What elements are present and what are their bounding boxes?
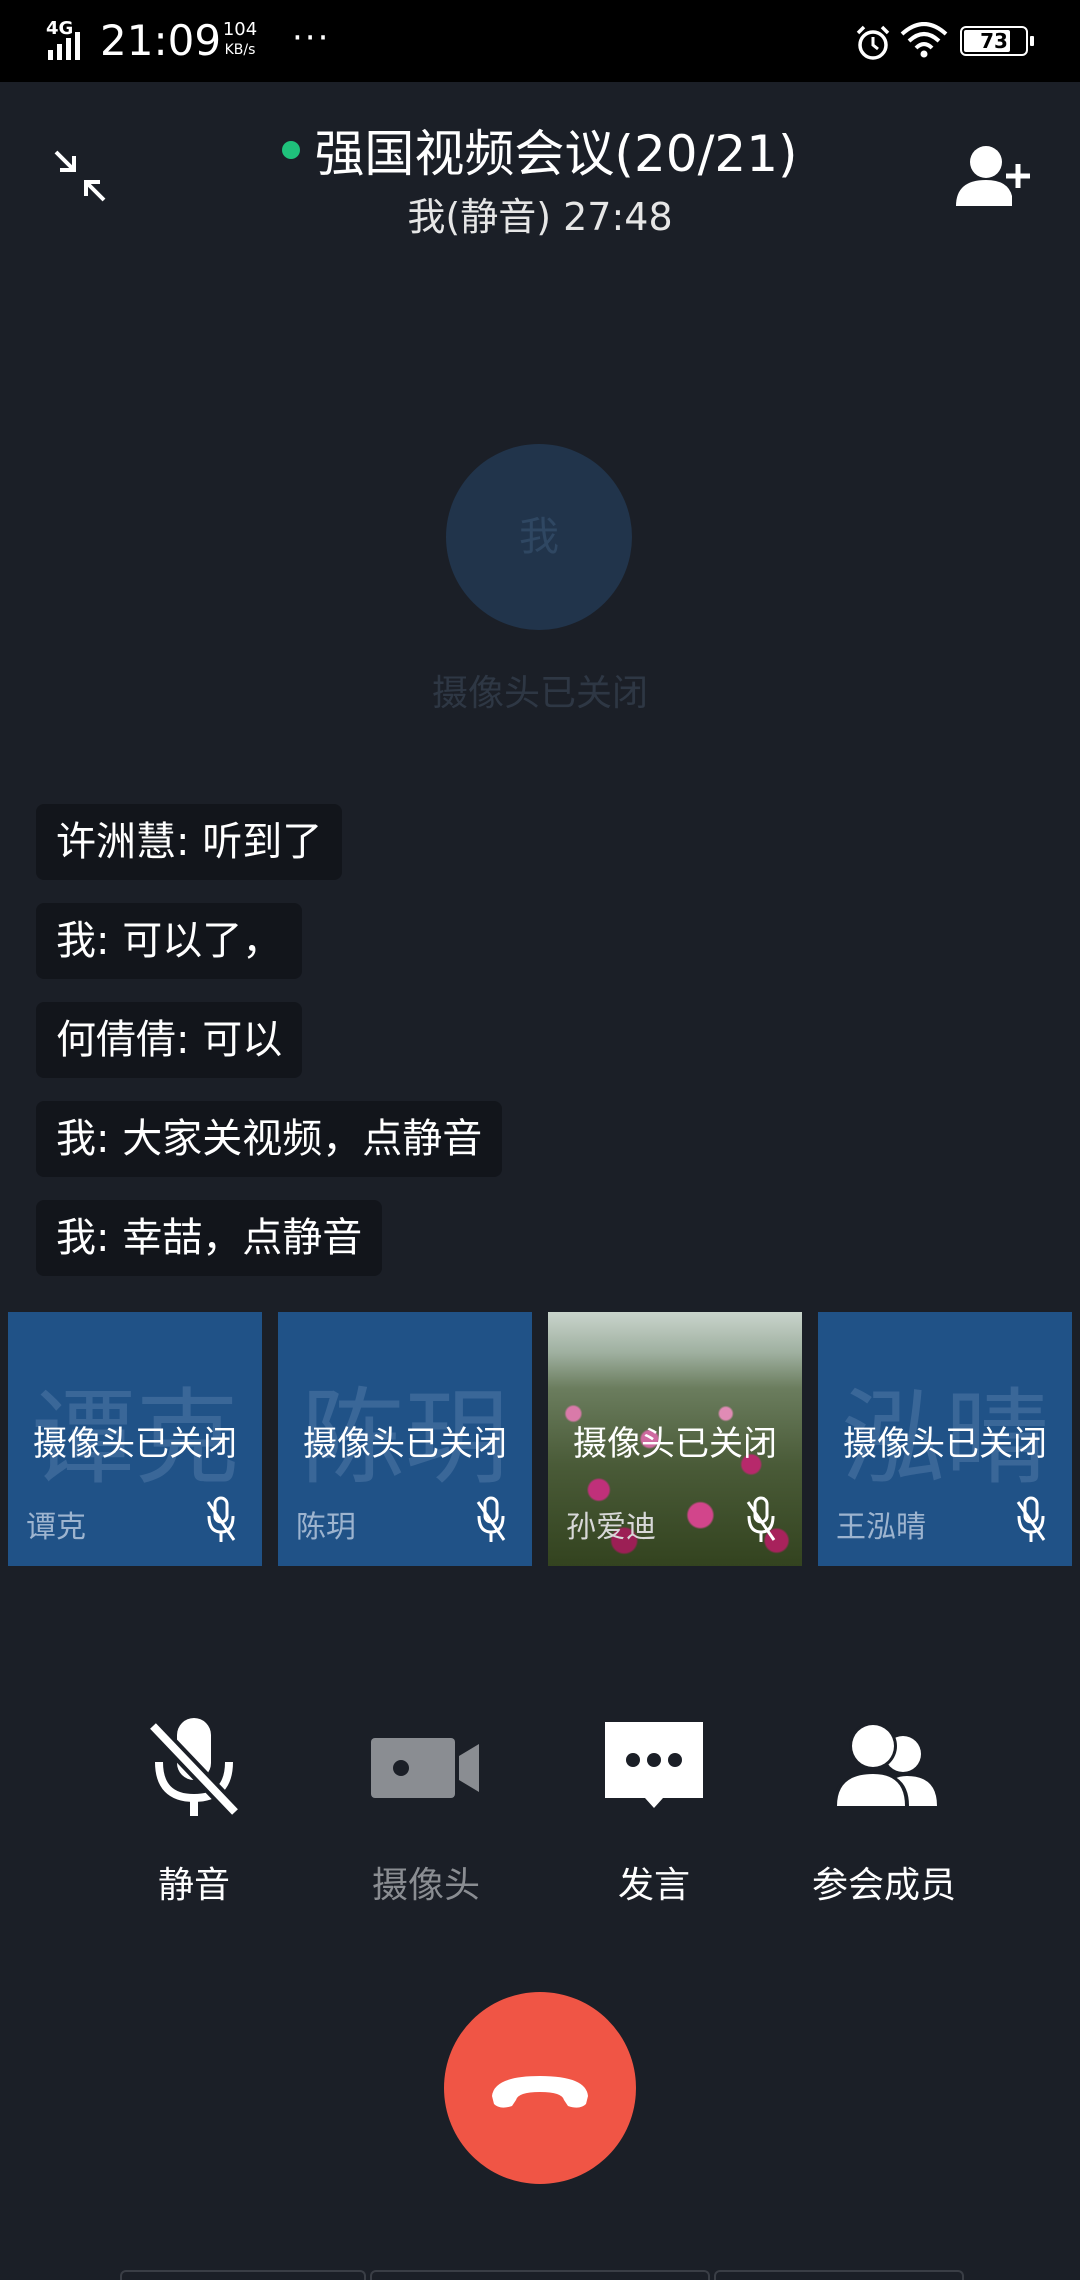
network-speed: 104 KB/s [218, 20, 262, 60]
connection-status-dot [282, 141, 301, 159]
chat-bubble-icon [605, 1722, 703, 1808]
video-camera-icon [371, 1738, 479, 1798]
network-speed-unit: KB/s [224, 42, 256, 58]
participant-name: 孙爱迪 [566, 1510, 656, 1545]
chat-message: 我: 可以了， [36, 903, 303, 979]
network-speed-value: 104 [222, 19, 258, 40]
mute-button[interactable]: 静音 [94, 1712, 294, 1908]
mic-muted-icon [1016, 1496, 1046, 1542]
mute-label: 静音 [157, 1865, 230, 1906]
mic-muted-icon [476, 1496, 506, 1542]
camera-label: 摄像头 [371, 1865, 480, 1906]
self-camera-off-label: 摄像头已关闭 [431, 673, 648, 714]
status-bar: 4G 21:09 104 KB/s ··· 73 [0, 0, 1080, 82]
chat-message: 我: 大家关视频，点静音 [36, 1101, 503, 1177]
more-notifications-icon: ··· [292, 18, 331, 58]
chat-message: 我: 幸喆，点静音 [36, 1200, 383, 1276]
self-avatar: 我 [446, 444, 632, 630]
add-participant-icon[interactable] [956, 142, 1032, 212]
battery-icon: 73 [960, 26, 1034, 56]
camera-off-label: 摄像头已关闭 [573, 1424, 777, 1464]
participant-tile[interactable]: 陈玥 摄像头已关闭 陈玥 [278, 1312, 532, 1566]
participants-icon [833, 1722, 937, 1806]
nav-hint [370, 2270, 710, 2280]
participant-tile[interactable]: 谭克 摄像头已关闭 谭克 [8, 1312, 262, 1566]
chat-message: 何倩倩: 可以 [36, 1002, 303, 1078]
alarm-icon [856, 25, 890, 60]
participant-name: 谭克 [26, 1510, 86, 1545]
meeting-title-text: 强国视频会议(20/21) [314, 125, 798, 183]
camera-off-label: 摄像头已关闭 [843, 1424, 1047, 1464]
participant-tile[interactable]: 摄像头已关闭 孙爱迪 [548, 1312, 802, 1566]
meeting-subtitle: 我(静音) 27:48 [407, 195, 673, 239]
speak-label: 发言 [617, 1865, 690, 1906]
participant-name: 王泓晴 [836, 1510, 926, 1545]
meeting-title: 强国视频会议(20/21) [0, 124, 1080, 184]
end-call-button[interactable] [444, 1992, 636, 2184]
participant-name: 陈玥 [296, 1510, 356, 1545]
members-label: 参会成员 [811, 1865, 956, 1906]
nav-hint [120, 2270, 366, 2280]
members-button[interactable]: 参会成员 [784, 1712, 984, 1908]
mic-muted-icon [147, 1718, 241, 1818]
mic-muted-icon [746, 1496, 776, 1542]
mic-muted-icon [206, 1496, 236, 1542]
wifi-icon [900, 22, 948, 58]
status-time: 21:09 [100, 16, 222, 65]
battery-level: 73 [980, 29, 1008, 53]
chat-message: 许洲慧: 听到了 [36, 804, 343, 880]
camera-off-label: 摄像头已关闭 [303, 1424, 507, 1464]
camera-button[interactable]: 摄像头 [326, 1712, 526, 1908]
nav-hint [714, 2270, 964, 2280]
hang-up-icon [492, 2076, 588, 2108]
participant-tile[interactable]: 泓晴 摄像头已关闭 王泓晴 [818, 1312, 1072, 1566]
camera-off-label: 摄像头已关闭 [33, 1424, 237, 1464]
speak-button[interactable]: 发言 [554, 1712, 754, 1908]
cellular-signal-icon: 4G [46, 18, 90, 60]
